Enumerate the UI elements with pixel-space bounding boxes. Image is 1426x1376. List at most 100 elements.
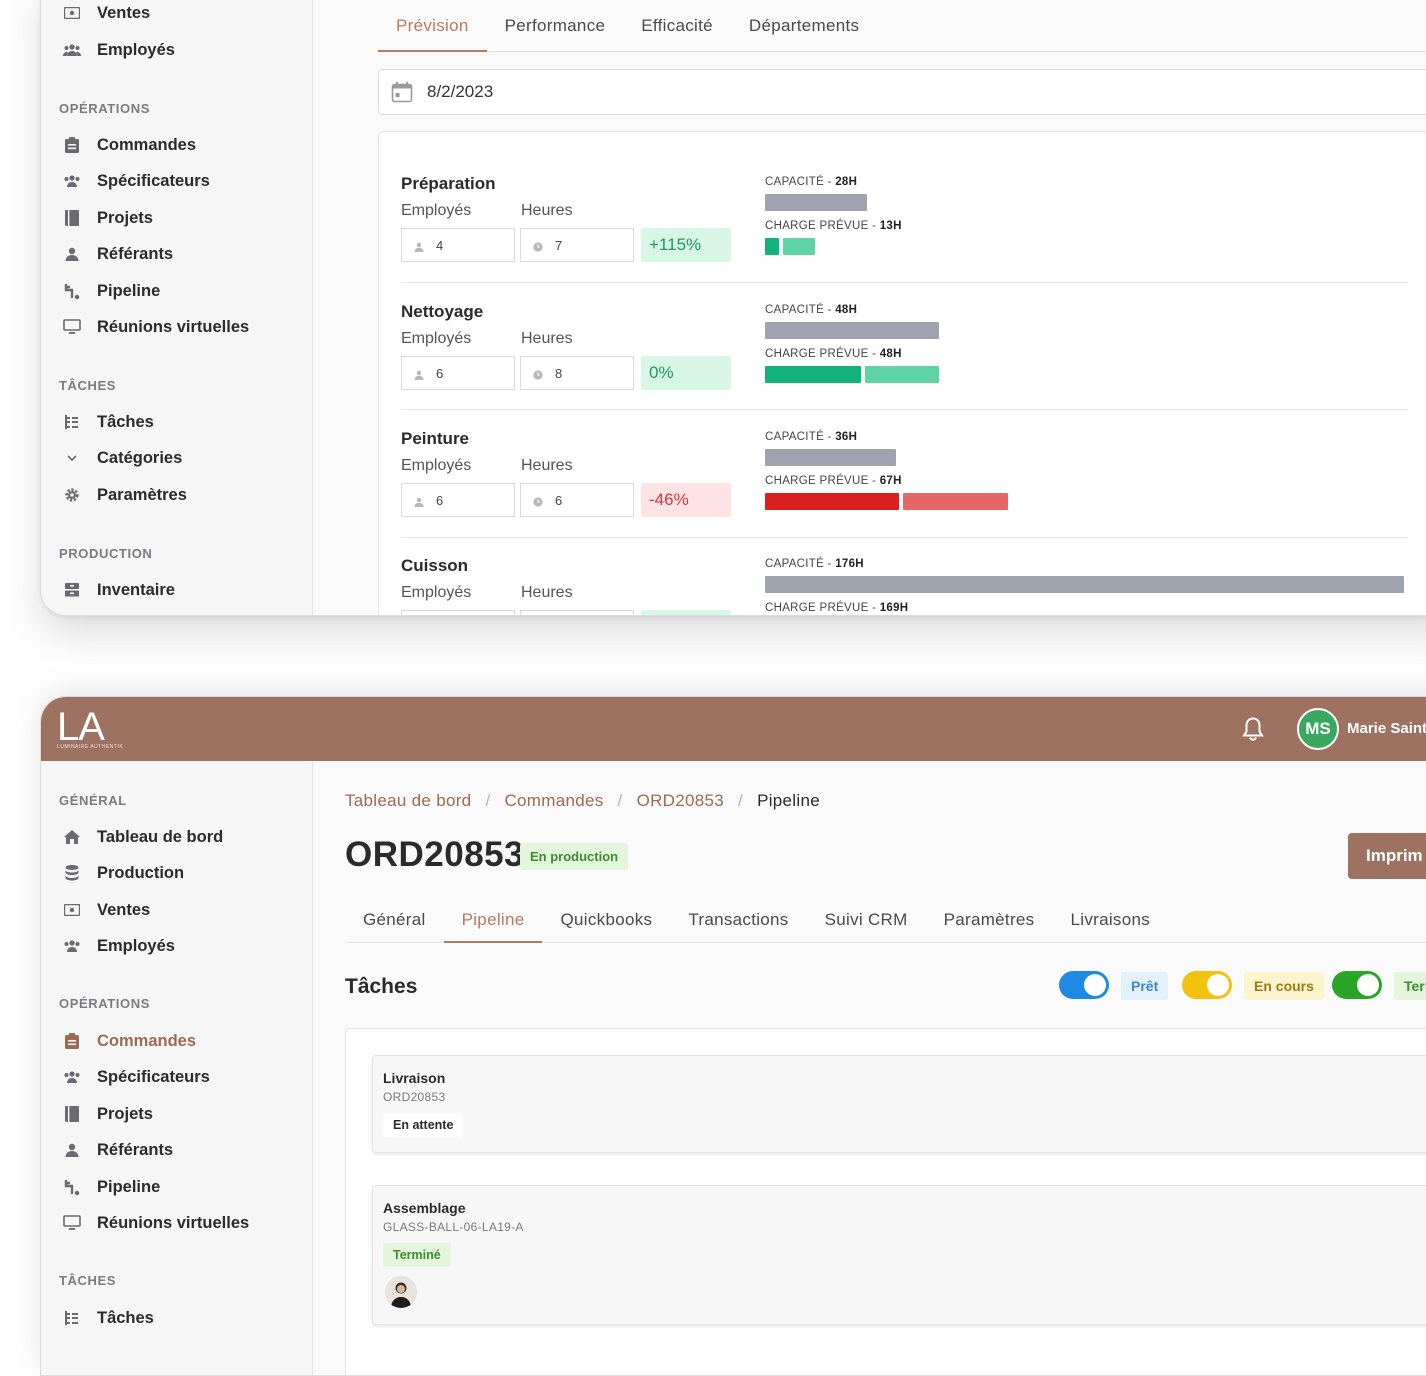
logo[interactable]: LA LUMINAIRE AUTHENTIK: [57, 705, 123, 750]
planned-bar-light: [864, 366, 940, 383]
planned-bar-dark: [765, 238, 779, 255]
sidebar-item-taches[interactable]: Tâches: [61, 1304, 154, 1332]
sidebar-item-employes[interactable]: Employés: [61, 36, 175, 64]
date-value: 8/2/2023: [427, 82, 494, 101]
task-card-livraison[interactable]: Livraison ORD20853 En attente: [372, 1055, 1426, 1153]
tab-departements[interactable]: Départements: [731, 1, 877, 51]
sidebar-item-label: Tâches: [97, 1308, 154, 1327]
tab-livraisons[interactable]: Livraisons: [1052, 897, 1168, 942]
tab-pipeline[interactable]: Pipeline: [443, 897, 543, 943]
sidebar-item-projets[interactable]: Projets: [61, 1100, 153, 1128]
breadcrumb-link[interactable]: ORD20853: [637, 791, 724, 811]
chevron-down-icon: [61, 449, 83, 467]
workload-row-preparation: Préparation Employés Heures 4 7 +115% CA…: [401, 174, 1411, 294]
forecast-window: Ventes Employés OPÉRATIONS Commandes Spé…: [40, 0, 1426, 616]
sidebar-item-projets[interactable]: Projets: [61, 204, 153, 232]
row-divider: [401, 409, 1409, 410]
department-name: Peinture: [401, 429, 470, 448]
tab-suivi-crm[interactable]: Suivi CRM: [807, 897, 926, 942]
task-card-assemblage[interactable]: Assemblage GLASS-BALL-06-LA19-A Terminé: [372, 1185, 1426, 1325]
sidebar: GÉNÉRAL Tableau de bord Production Vente…: [41, 761, 313, 1375]
branch-icon: [61, 282, 83, 300]
forecast-main: Prévision Performance Efficacité Départe…: [314, 0, 1426, 615]
user-icon: [414, 240, 424, 252]
avatar[interactable]: MS: [1297, 708, 1339, 750]
tab-transactions[interactable]: Transactions: [670, 897, 806, 942]
sidebar-item-label: Catégories: [97, 448, 183, 467]
sidebar-item-pipeline[interactable]: Pipeline: [61, 1173, 160, 1201]
sidebar-item-commandes[interactable]: Commandes: [61, 131, 196, 159]
capacity-label: CAPACITÉ - 48H: [765, 304, 858, 316]
hours-label: Heures: [521, 330, 573, 347]
sidebar-item-reunions[interactable]: Réunions virtuelles: [61, 1209, 249, 1237]
sidebar-item-categories[interactable]: Catégories: [61, 444, 182, 472]
book-icon: [61, 209, 83, 227]
sidebar-item-taches[interactable]: Tâches: [61, 408, 154, 436]
user-name[interactable]: Marie Saint: [1347, 720, 1426, 737]
workload-row-nettoyage: Nettoyage Employés Heures 6 8 0% CAPACIT…: [401, 302, 1411, 422]
assignee-avatar[interactable]: [385, 1276, 417, 1308]
capacity-label: CAPACITÉ - 176H: [765, 558, 864, 570]
section-operations: OPÉRATIONS: [59, 101, 150, 116]
sidebar-item-label: Réunions virtuelles: [97, 317, 250, 336]
employees-input[interactable]: [401, 610, 515, 615]
user-icon: [61, 1141, 83, 1159]
section-operations: OPÉRATIONS: [59, 996, 150, 1011]
tab-quickbooks[interactable]: Quickbooks: [542, 897, 670, 942]
tab-performance[interactable]: Performance: [487, 1, 624, 51]
sidebar-item-label: Référants: [97, 1140, 174, 1159]
sidebar-item-parametres[interactable]: Paramètres: [61, 481, 187, 509]
bell-icon[interactable]: [1241, 716, 1265, 742]
filter-toggle-pret[interactable]: [1059, 971, 1109, 999]
print-button[interactable]: Imprim: [1348, 833, 1426, 879]
employees-input[interactable]: 6: [401, 356, 515, 390]
department-name: Cuisson: [401, 556, 469, 575]
hours-input[interactable]: 6: [520, 483, 634, 517]
breadcrumb-link[interactable]: Commandes: [504, 791, 603, 811]
hours-input[interactable]: 8: [520, 356, 634, 390]
sidebar-item-ventes[interactable]: Ventes: [61, 896, 150, 924]
sidebar-item-label: Paramètres: [97, 485, 187, 504]
tab-efficacite[interactable]: Efficacité: [623, 1, 731, 51]
sidebar-item-referants[interactable]: Référants: [61, 240, 173, 268]
status-badge: En production: [520, 843, 629, 870]
filter-toggle-termine[interactable]: [1332, 971, 1382, 999]
hours-label: Heures: [521, 202, 573, 219]
employees-label: Employés: [401, 457, 472, 474]
hours-input[interactable]: [520, 610, 634, 615]
sidebar-item-specificateurs[interactable]: Spécificateurs: [61, 1063, 210, 1091]
sidebar-item-specificateurs[interactable]: Spécificateurs: [61, 167, 210, 195]
row-divider: [401, 282, 1409, 283]
sidebar-item-referants[interactable]: Référants: [61, 1136, 173, 1164]
sidebar-item-reunions[interactable]: Réunions virtuelles: [61, 313, 249, 341]
sidebar-item-tableau-de-bord[interactable]: Tableau de bord: [61, 823, 223, 851]
breadcrumb-separator: /: [617, 791, 623, 810]
delta-badge: +115%: [641, 228, 731, 262]
gear-icon: [61, 486, 83, 504]
employees-input[interactable]: 6: [401, 483, 515, 517]
employees-input[interactable]: 4: [401, 228, 515, 262]
section-production: PRODUCTION: [59, 546, 153, 561]
date-picker[interactable]: 8/2/2023: [378, 69, 1426, 115]
sidebar-item-inventaire[interactable]: Inventaire: [61, 576, 175, 604]
order-main: Tableau de bord / Commandes / ORD20853 /…: [314, 761, 1426, 1375]
sidebar-item-production[interactable]: Production: [61, 859, 184, 887]
home-icon: [61, 828, 83, 846]
sidebar-item-label: Référants: [97, 244, 174, 263]
users-icon: [61, 1068, 83, 1086]
tab-general[interactable]: Général: [345, 897, 444, 942]
section-taches: TÂCHES: [59, 378, 117, 393]
sidebar-item-pipeline[interactable]: Pipeline: [61, 277, 160, 305]
sidebar-item-label: Tableau de bord: [97, 827, 224, 846]
sidebar-item-commandes[interactable]: Commandes: [61, 1027, 196, 1055]
tab-parametres[interactable]: Paramètres: [926, 897, 1053, 942]
delta-badge: [641, 610, 731, 615]
hours-input[interactable]: 7: [520, 228, 634, 262]
sidebar-item-ventes[interactable]: Ventes: [61, 0, 150, 27]
tab-prevision[interactable]: Prévision: [378, 1, 487, 52]
filter-toggle-en-cours[interactable]: [1182, 971, 1232, 999]
capacity-bar: [765, 194, 867, 211]
sidebar-item-employes[interactable]: Employés: [61, 932, 175, 960]
breadcrumb-link[interactable]: Tableau de bord: [345, 791, 471, 811]
filter-label-pret: Prêt: [1121, 972, 1169, 1000]
